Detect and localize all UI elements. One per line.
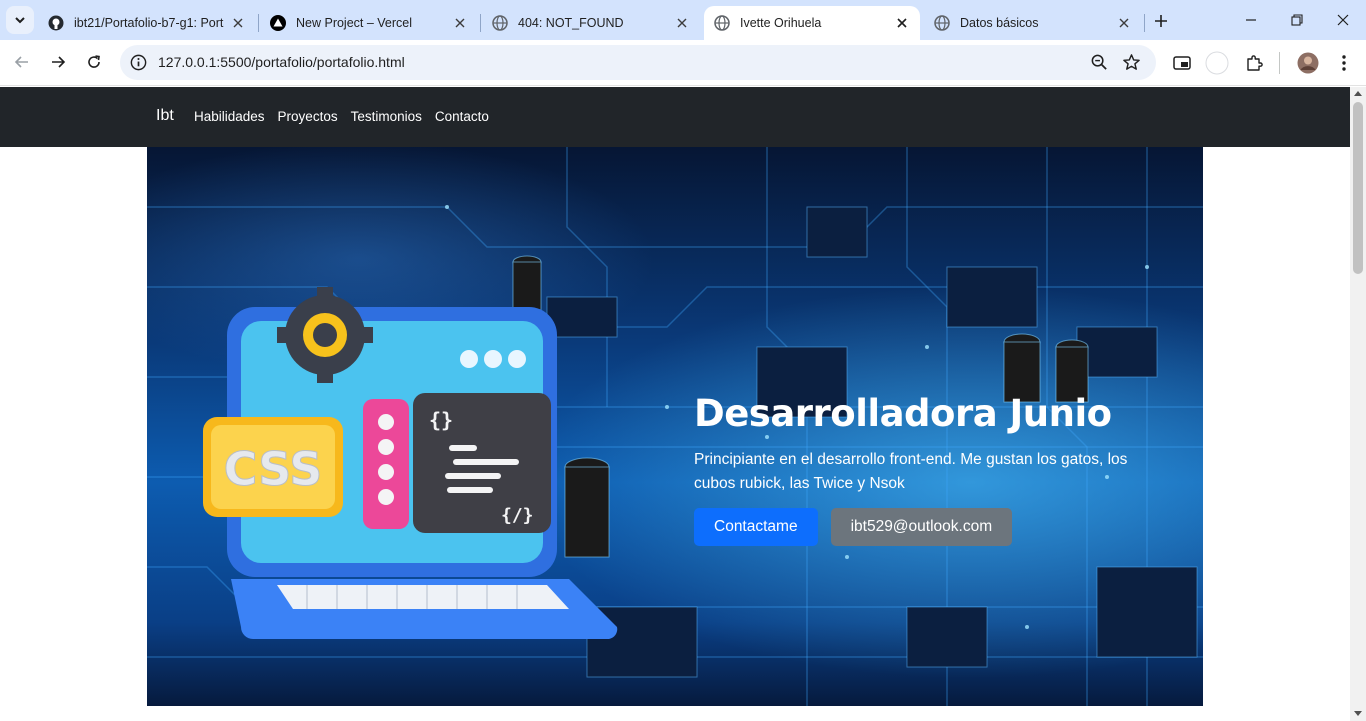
new-tab-button[interactable] (1148, 8, 1174, 34)
tab-title: Datos básicos (960, 16, 1039, 30)
kebab-menu-icon (1342, 55, 1346, 71)
tab-datos-basicos[interactable]: Datos básicos (924, 6, 1142, 40)
globe-icon (934, 15, 950, 31)
arrow-right-icon (52, 56, 66, 68)
reload-icon (88, 55, 100, 68)
info-icon[interactable] (129, 53, 148, 72)
close-icon[interactable] (452, 15, 468, 31)
tab-title: ibt21/Portafolio-b7-g1: Porta (74, 16, 224, 30)
tab-separator (258, 14, 259, 32)
toolbar-divider (1279, 52, 1280, 74)
zoom-out-icon[interactable] (1090, 53, 1109, 72)
nav-link-testimonios[interactable]: Testimonios (351, 109, 422, 124)
extensions-button[interactable] (1242, 51, 1266, 75)
svg-text:{}: {} (429, 408, 453, 432)
navbar-links: Habilidades Proyectos Testimonios Contac… (194, 109, 489, 124)
account-avatar-button[interactable] (1296, 51, 1320, 75)
profile-circle-button[interactable] (1205, 51, 1229, 75)
tab-github[interactable]: ibt21/Portafolio-b7-g1: Porta (38, 6, 256, 40)
minimize-icon (1246, 19, 1256, 21)
hero-buttons: Contactame ibt529@outlook.com (694, 508, 1164, 546)
page-scrollbar[interactable] (1350, 87, 1366, 721)
tab-ivette-orihuela[interactable]: Ivette Orihuela (704, 6, 920, 40)
close-icon[interactable] (894, 15, 910, 31)
globe-icon (492, 15, 508, 31)
plus-icon (1155, 15, 1167, 27)
tab-title: New Project – Vercel (296, 16, 413, 30)
scroll-up-arrow-icon[interactable] (1354, 91, 1362, 96)
site-navbar: Ibt Habilidades Proyectos Testimonios Co… (0, 87, 1350, 147)
contact-button[interactable]: Contactame (694, 508, 818, 546)
tab-title: Ivette Orihuela (740, 16, 822, 30)
back-button[interactable] (8, 48, 36, 76)
tab-vercel[interactable]: New Project – Vercel (260, 6, 478, 40)
vercel-icon (270, 15, 286, 31)
laptop-css-illustration: CSS {} {/} (203, 287, 618, 639)
arrow-left-icon (14, 56, 28, 68)
hero-banner: CSS {} {/} Desarrolladora Junio Principi… (147, 147, 1203, 706)
email-button[interactable]: ibt529@outlook.com (830, 508, 1013, 546)
address-bar[interactable]: 127.0.0.1:5500/portafolio/portafolio.htm… (120, 45, 1156, 80)
tab-separator (1144, 14, 1145, 32)
nav-link-habilidades[interactable]: Habilidades (194, 109, 265, 124)
media-icon (1173, 56, 1191, 70)
github-icon (48, 15, 64, 31)
puzzle-icon (1247, 55, 1263, 71)
globe-icon (714, 15, 730, 31)
tab-search-button[interactable] (6, 6, 34, 34)
menu-button[interactable] (1332, 51, 1356, 75)
reload-button[interactable] (80, 48, 108, 76)
browser-tabstrip: ibt21/Portafolio-b7-g1: Porta New Projec… (0, 0, 1366, 40)
navbar-brand[interactable]: Ibt (156, 107, 174, 125)
close-icon[interactable] (674, 15, 690, 31)
tab-title: 404: NOT_FOUND (518, 16, 624, 30)
hero-title: Desarrolladora Junio (694, 392, 1112, 435)
hero-subtitle: Principiante en el desarrollo front-end.… (694, 451, 1128, 492)
bookmark-star-icon[interactable] (1122, 53, 1141, 72)
browser-toolbar: 127.0.0.1:5500/portafolio/portafolio.htm… (0, 40, 1366, 86)
hero-content: Desarrolladora Junio Principiante en el … (694, 392, 1164, 546)
close-icon[interactable] (1116, 15, 1132, 31)
restore-button[interactable] (1274, 0, 1320, 40)
nav-link-proyectos[interactable]: Proyectos (278, 109, 338, 124)
chevron-down-icon (15, 17, 25, 24)
avatar-icon (1297, 52, 1319, 74)
blank-circle-icon (1205, 51, 1229, 75)
scrollbar-thumb[interactable] (1353, 102, 1363, 274)
nav-link-contacto[interactable]: Contacto (435, 109, 489, 124)
close-icon (1337, 14, 1349, 26)
forward-button[interactable] (44, 48, 72, 76)
restore-icon (1291, 14, 1303, 26)
close-window-button[interactable] (1320, 0, 1366, 40)
close-icon[interactable] (230, 15, 246, 31)
picture-in-picture-button[interactable] (1170, 51, 1194, 75)
page-viewport: Ibt Habilidades Proyectos Testimonios Co… (0, 87, 1350, 721)
url-text[interactable]: 127.0.0.1:5500/portafolio/portafolio.htm… (158, 54, 405, 70)
scroll-down-arrow-icon[interactable] (1354, 711, 1362, 716)
tab-separator (480, 14, 481, 32)
svg-text:{/}: {/} (501, 505, 534, 526)
tab-not-found[interactable]: 404: NOT_FOUND (482, 6, 700, 40)
css-label: CSS (224, 442, 323, 496)
minimize-button[interactable] (1228, 0, 1274, 40)
